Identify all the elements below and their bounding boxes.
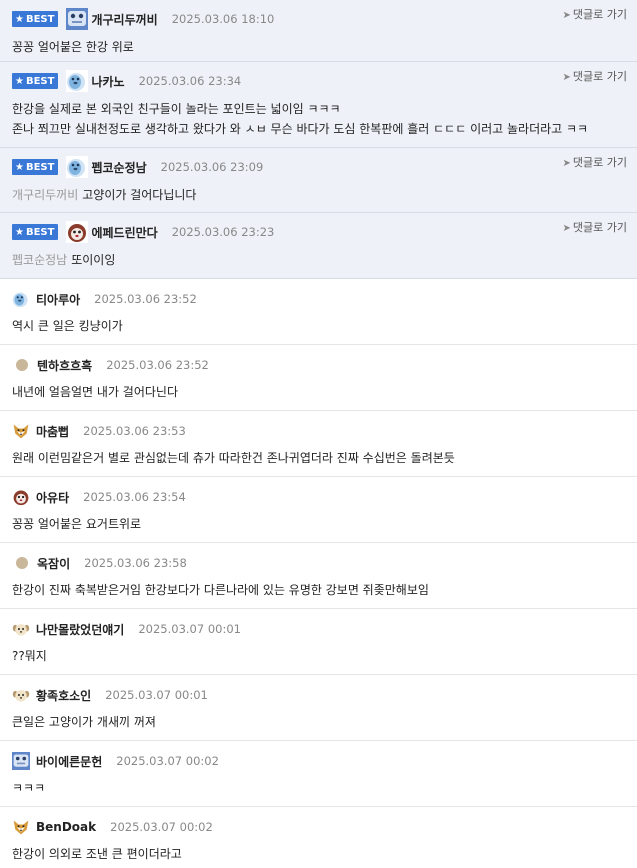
comment-text: 한강이 진짜 축복받은거임 한강보다가 다른나라에 있는 유명한 강보면 쥐좆만…: [12, 583, 429, 597]
best-comment: ★ BEST 개구리두꺼비 2025.03.06 18:10 ➤ 댓글로 가기 꽁꽁…: [0, 0, 637, 62]
frog-avatar-icon[interactable]: [12, 752, 30, 770]
reply-target-nickname[interactable]: 펩코순정남: [12, 253, 67, 267]
go-to-comment-link[interactable]: ➤ 댓글로 가기: [563, 154, 628, 170]
comment-date: 2025.03.06 23:52: [94, 292, 197, 306]
comment-text: 한강이 의외로 조낸 큰 편이더라고: [12, 847, 182, 861]
comment-date: 2025.03.06 23:58: [84, 556, 187, 570]
reply-arrow-icon: ➤: [562, 72, 571, 83]
comment-item: 티아루아 2025.03.06 23:52 역시 큰 일은 킹냥이가: [0, 279, 637, 345]
comment-text: ㅋㅋㅋ: [12, 781, 46, 795]
go-to-comment-link[interactable]: ➤ 댓글로 가기: [563, 6, 628, 22]
reply-arrow-icon: ➤: [562, 158, 571, 169]
star-icon: ★: [15, 226, 24, 238]
author-nickname[interactable]: 개구리두꺼비: [91, 11, 157, 28]
comment-date: 2025.03.07 00:01: [105, 688, 208, 702]
comment-list: 티아루아 2025.03.06 23:52 역시 큰 일은 킹냥이가 텐하흐흐흑…: [0, 279, 637, 868]
comment-date: 2025.03.06 18:10: [171, 12, 275, 26]
go-to-comment-link[interactable]: ➤ 댓글로 가기: [563, 68, 628, 84]
author-nickname[interactable]: 옥잠이: [37, 555, 70, 572]
best-comment: ★ BEST 나카노 2025.03.06 23:34 ➤ 댓글로 가기 한강을 실…: [0, 62, 637, 148]
comment-date: 2025.03.06 23:52: [106, 358, 209, 372]
seal-avatar-icon[interactable]: [66, 70, 88, 92]
best-badge: ★ BEST: [12, 11, 59, 27]
comment-date: 2025.03.07 00:02: [110, 820, 213, 834]
comment-date: 2025.03.06 23:09: [160, 160, 264, 174]
author-nickname[interactable]: 황족호소인: [36, 687, 91, 704]
author-nickname[interactable]: 마춤뻡: [36, 423, 69, 440]
comment-date: 2025.03.06 23:34: [138, 74, 242, 88]
comment-item: 나만몰랐었던얘기 2025.03.07 00:01 ??뭐지: [0, 609, 637, 675]
author-nickname[interactable]: 텐하흐흐흑: [37, 357, 92, 374]
comment-text: 역시 큰 일은 킹냥이가: [12, 319, 123, 333]
comment-item: BenDoak 2025.03.07 00:02 한강이 의외로 조낸 큰 편이…: [0, 807, 637, 868]
comment-text: 개구리두꺼비 고양이가 걸어다닙니다: [12, 188, 197, 202]
comment-date: 2025.03.06 23:53: [83, 424, 186, 438]
reply-target-nickname[interactable]: 개구리두꺼비: [12, 188, 78, 202]
puppy-avatar-icon[interactable]: [12, 686, 30, 704]
comment-date: 2025.03.06 23:23: [171, 225, 275, 239]
comment-date: 2025.03.07 00:02: [116, 754, 219, 768]
author-nickname[interactable]: 나만몰랐었던얘기: [36, 621, 124, 638]
dot-avatar-icon[interactable]: [15, 358, 29, 372]
comment-item: 아유타 2025.03.06 23:54 꽁꽁 얼어붙은 요거트위로: [0, 477, 637, 543]
best-badge: ★ BEST: [12, 224, 59, 240]
star-icon: ★: [15, 75, 24, 87]
comment-item: 바이에른문헌 2025.03.07 00:02 ㅋㅋㅋ: [0, 741, 637, 807]
comment-text: ??뭐지: [12, 649, 47, 663]
comment-text: 펩코순정남 또이이잉: [12, 253, 116, 267]
author-nickname[interactable]: 에페드린만다: [91, 224, 157, 241]
seal-avatar-icon[interactable]: [12, 290, 30, 308]
best-comment: ★ BEST 펩코순정남 2025.03.06 23:09 ➤ 댓글로 가기 개구리…: [0, 148, 637, 213]
comment-text: 꽁꽁 얼어붙은 요거트위로: [12, 517, 142, 531]
reply-arrow-icon: ➤: [562, 10, 571, 21]
comment-text: 원래 이런밈같은거 별로 관심없는데 츄가 따라한건 존나귀엽더라 진짜 수십번…: [12, 451, 455, 465]
best-badge: ★ BEST: [12, 159, 59, 175]
comment-item: 마춤뻡 2025.03.06 23:53 원래 이런밈같은거 별로 관심없는데 …: [0, 411, 637, 477]
comment-item: 텐하흐흐흑 2025.03.06 23:52 내년에 얼음얼면 내가 걸어다닌다: [0, 345, 637, 411]
author-nickname[interactable]: 아유타: [36, 489, 69, 506]
seal-avatar-icon[interactable]: [66, 156, 88, 178]
star-icon: ★: [15, 13, 24, 25]
fox-avatar-icon[interactable]: [12, 422, 30, 440]
dog-face-avatar-icon[interactable]: [12, 488, 30, 506]
puppy-avatar-icon[interactable]: [12, 620, 30, 638]
comment-item: 옥잠이 2025.03.06 23:58 한강이 진짜 축복받은거임 한강보다가…: [0, 543, 637, 609]
best-badge: ★ BEST: [12, 73, 59, 89]
comment-date: 2025.03.06 23:54: [83, 490, 186, 504]
author-nickname[interactable]: 티아루아: [36, 291, 80, 308]
best-comments-section: ★ BEST 개구리두꺼비 2025.03.06 18:10 ➤ 댓글로 가기 꽁꽁…: [0, 0, 637, 279]
frog-avatar-icon[interactable]: [66, 8, 88, 30]
comment-text: 큰일은 고양이가 개새끼 꺼져: [12, 715, 156, 729]
author-nickname[interactable]: 펩코순정남: [91, 159, 146, 176]
comment-text: 꽁꽁 얼어붙은 한강 위로: [12, 40, 134, 54]
reply-arrow-icon: ➤: [562, 223, 571, 234]
best-comment: ★ BEST 에페드린만다 2025.03.06 23:23 ➤ 댓글로 가기 펩코…: [0, 213, 637, 279]
comment-text: 내년에 얼음얼면 내가 걸어다닌다: [12, 385, 179, 399]
comment-date: 2025.03.07 00:01: [138, 622, 241, 636]
fox-avatar-icon[interactable]: [12, 818, 30, 836]
dot-avatar-icon[interactable]: [15, 556, 29, 570]
author-nickname[interactable]: BenDoak: [36, 820, 96, 834]
comment-text: 한강을 실제로 본 외국인 친구들이 놀라는 포인트는 넓이임 ㅋㅋㅋ 존나 쬐…: [12, 102, 589, 136]
author-nickname[interactable]: 나카노: [91, 73, 124, 90]
dog-face-avatar-icon[interactable]: [66, 221, 88, 243]
go-to-comment-link[interactable]: ➤ 댓글로 가기: [563, 219, 628, 235]
star-icon: ★: [15, 161, 24, 173]
author-nickname[interactable]: 바이에른문헌: [36, 753, 102, 770]
comment-item: 황족호소인 2025.03.07 00:01 큰일은 고양이가 개새끼 꺼져: [0, 675, 637, 741]
